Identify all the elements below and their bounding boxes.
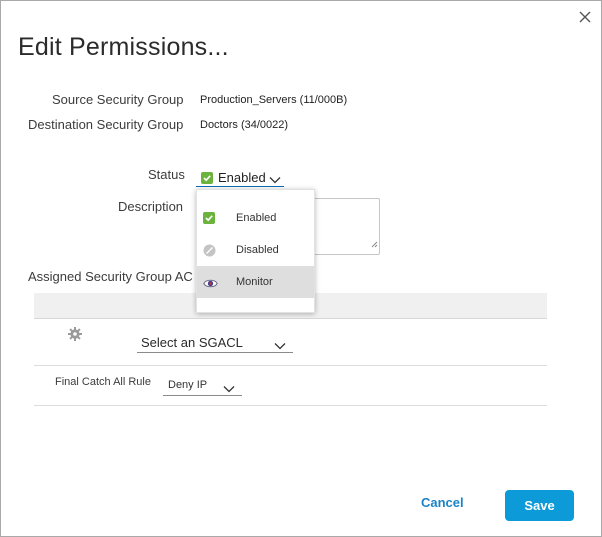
menu-item-label: Enabled (236, 212, 277, 224)
sgacl-selected-value: Select an SGACL (141, 335, 243, 350)
resize-grip-icon[interactable] (370, 235, 378, 253)
dialog-title: Edit Permissions... (18, 33, 229, 61)
catch-all-rule-value: Deny IP (168, 379, 208, 391)
cancel-button[interactable]: Cancel (421, 495, 464, 510)
status-dropdown[interactable]: Enabled (196, 167, 284, 187)
chevron-down-icon (274, 337, 286, 355)
save-button[interactable]: Save (505, 490, 574, 521)
status-label: Status (148, 167, 185, 182)
status-menu-item-monitor[interactable]: Monitor (197, 266, 314, 298)
status-menu-item-disabled[interactable]: Disabled (197, 234, 314, 266)
eye-icon (203, 276, 218, 294)
chevron-down-icon (269, 171, 281, 189)
destination-security-group-value: Doctors (34/0022) (200, 119, 289, 131)
row-divider (34, 405, 547, 406)
status-menu-item-enabled[interactable]: Enabled (197, 202, 314, 234)
source-security-group-label: Source Security Group (52, 92, 184, 107)
edit-permissions-dialog: Edit Permissions... Source Security Grou… (0, 0, 602, 537)
final-catch-all-rule-label: Final Catch All Rule (55, 376, 151, 388)
catch-all-rule-dropdown[interactable]: Deny IP (163, 376, 242, 396)
disabled-circle-icon (203, 244, 216, 262)
checkbox-checked-icon (201, 172, 213, 184)
description-textarea[interactable] (312, 198, 380, 255)
source-security-group-value: Production_Servers (11/000B) (200, 94, 348, 106)
checkbox-checked-icon (203, 212, 215, 224)
status-selected-value: Enabled (218, 170, 266, 185)
menu-item-label: Disabled (236, 244, 279, 256)
description-label: Description (118, 199, 184, 214)
close-icon[interactable] (575, 7, 595, 27)
gear-icon[interactable] (67, 326, 83, 347)
chevron-down-icon (223, 380, 235, 398)
row-divider (34, 365, 547, 366)
sgacl-dropdown[interactable]: Select an SGACL (137, 332, 293, 353)
assigned-security-group-acl-label: Assigned Security Group AC (28, 269, 193, 284)
menu-item-label: Monitor (236, 276, 273, 288)
destination-security-group-label: Destination Security Group (28, 117, 184, 132)
status-menu: Enabled Disabled Monitor (196, 189, 315, 313)
